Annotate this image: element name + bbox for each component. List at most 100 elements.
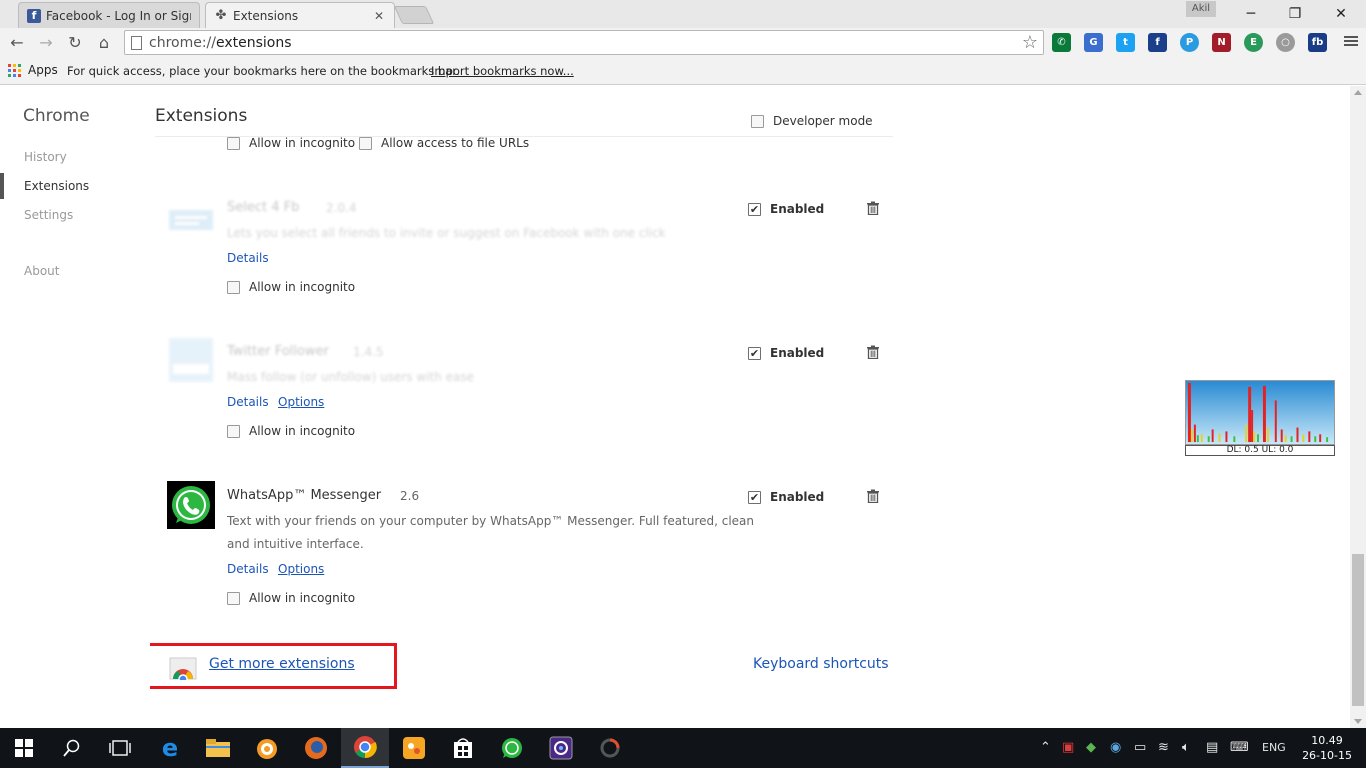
new-tab-button[interactable] [393, 6, 435, 24]
folder-icon [206, 739, 230, 757]
whatsapp-icon [167, 481, 215, 529]
sidebar-item-history[interactable]: History [24, 150, 67, 164]
twitter-icon[interactable]: t [1116, 33, 1135, 52]
keyboard-shortcuts-link[interactable]: Keyboard shortcuts [753, 656, 889, 672]
enabled-checkbox[interactable] [748, 490, 761, 504]
chrome-menu-icon[interactable] [1344, 34, 1358, 50]
camera-app-taskbar-item[interactable] [537, 728, 585, 768]
network-tray-icon[interactable]: ◉ [1110, 740, 1121, 755]
incognito-checkbox[interactable] [227, 424, 240, 438]
details-link[interactable]: Details [227, 251, 269, 265]
trash-icon[interactable] [866, 489, 880, 503]
incognito-checkbox[interactable] [227, 280, 240, 294]
clock[interactable]: 10.49 26-10-15 [1302, 733, 1352, 763]
minimize-button[interactable]: ─ [1228, 0, 1274, 28]
tab-extensions[interactable]: ✤ Extensions ✕ [205, 2, 395, 28]
wifi-icon[interactable]: ≋ [1158, 740, 1169, 755]
file-urls-toggle[interactable]: Allow access to file URLs [359, 136, 529, 150]
import-bookmarks-link[interactable]: Import bookmarks now... [431, 64, 574, 78]
tab-strip: f Facebook - Log In or Sign ✤ Extensions… [0, 0, 1366, 28]
select4fb-icon [169, 210, 213, 230]
tray-app-icon[interactable]: ◆ [1086, 740, 1096, 755]
firefox-taskbar-item[interactable] [292, 728, 340, 768]
url-text: chrome://extensions [149, 35, 292, 51]
incognito-toggle-top[interactable]: Allow in incognito [227, 136, 355, 150]
show-hidden-icons-icon[interactable]: ⌃ [1040, 740, 1051, 755]
enabled-label: Enabled [770, 490, 825, 504]
options-link[interactable]: Options [278, 395, 324, 409]
search-icon [63, 739, 80, 757]
details-link[interactable]: Details [227, 562, 269, 576]
options-link[interactable]: Options [278, 562, 324, 576]
store-taskbar-item[interactable] [439, 728, 487, 768]
fb-icon[interactable]: fb [1308, 33, 1327, 52]
edge-taskbar-item[interactable]: e [146, 728, 194, 768]
action-center-icon[interactable]: ▤ [1206, 740, 1218, 755]
language-indicator[interactable]: ENG [1262, 741, 1286, 754]
task-view-button[interactable] [96, 728, 144, 768]
incognito-checkbox[interactable] [227, 591, 240, 605]
scroll-down-icon[interactable] [1354, 719, 1362, 724]
whatsapp-taskbar-item[interactable] [488, 728, 536, 768]
google-translate-icon[interactable]: G [1084, 33, 1103, 52]
power-icon[interactable]: ▭ [1134, 740, 1146, 755]
trash-icon[interactable] [866, 345, 880, 359]
close-tab-icon[interactable]: ✕ [372, 9, 386, 23]
facebook-icon[interactable]: f [1148, 33, 1167, 52]
web-store-icon[interactable] [169, 652, 197, 680]
close-window-button[interactable]: ✕ [1318, 0, 1364, 28]
enabled-checkbox[interactable] [748, 346, 761, 360]
search-button[interactable] [48, 728, 96, 768]
page-scrollbar[interactable] [1350, 86, 1366, 728]
news-icon[interactable]: N [1212, 33, 1231, 52]
address-bar[interactable]: chrome://extensions ☆ [124, 30, 1044, 55]
scroll-up-icon[interactable] [1354, 90, 1362, 95]
tab-title: Facebook - Log In or Sign [46, 8, 191, 23]
back-button[interactable]: ← [6, 32, 28, 54]
sidebar-item-extensions[interactable]: Extensions [24, 179, 89, 193]
get-more-extensions-link[interactable]: Get more extensions [209, 656, 355, 672]
paint-taskbar-item[interactable] [390, 728, 438, 768]
file-urls-checkbox[interactable] [359, 136, 372, 150]
forward-button[interactable]: → [35, 32, 57, 54]
keyboard-icon[interactable]: ⌨ [1230, 740, 1249, 755]
start-button[interactable] [0, 728, 48, 768]
playstore-icon[interactable]: P [1180, 33, 1199, 52]
enabled-checkbox[interactable] [748, 202, 761, 216]
home-button[interactable]: ⌂ [93, 32, 115, 54]
loading-taskbar-item[interactable] [586, 728, 634, 768]
apps-icon[interactable] [8, 64, 21, 77]
developer-mode-label: Developer mode [773, 114, 873, 128]
acrobat-icon[interactable]: ▣ [1062, 740, 1074, 755]
sidebar-item-settings[interactable]: Settings [24, 208, 73, 222]
ghostery-icon[interactable]: E [1244, 33, 1263, 52]
chrome-icon[interactable]: ○ [1276, 33, 1295, 52]
ucbrowser-icon [257, 739, 277, 759]
ucbrowser-taskbar-item[interactable] [243, 728, 291, 768]
bookmark-star-icon[interactable]: ☆ [1022, 32, 1038, 53]
file-explorer-taskbar-item[interactable] [194, 728, 242, 768]
trash-icon[interactable] [866, 201, 880, 215]
incognito-checkbox[interactable] [227, 136, 240, 150]
profile-badge[interactable]: Akil [1186, 1, 1216, 17]
whatsapp-icon[interactable]: ✆ [1052, 33, 1071, 52]
scrollbar-thumb[interactable] [1352, 554, 1364, 706]
incognito-toggle[interactable]: Allow in incognito [227, 591, 355, 605]
enabled-toggle[interactable]: Enabled [748, 202, 824, 216]
details-link[interactable]: Details [227, 395, 269, 409]
page-icon [131, 36, 142, 50]
reload-button[interactable]: ↻ [64, 32, 86, 54]
enabled-toggle[interactable]: Enabled [748, 490, 824, 504]
incognito-toggle[interactable]: Allow in incognito [227, 280, 355, 294]
developer-mode-toggle[interactable]: Developer mode [751, 114, 873, 128]
apps-label[interactable]: Apps [28, 63, 58, 77]
sidebar-item-about[interactable]: About [24, 264, 59, 278]
volume-icon[interactable]: 🔈︎ [1182, 740, 1190, 755]
enabled-toggle[interactable]: Enabled [748, 346, 824, 360]
extension-name: WhatsApp™ Messenger [227, 488, 382, 503]
developer-mode-checkbox[interactable] [751, 114, 764, 128]
tab-facebook[interactable]: f Facebook - Log In or Sign [18, 2, 200, 28]
chrome-taskbar-item[interactable] [341, 728, 389, 768]
incognito-toggle[interactable]: Allow in incognito [227, 424, 355, 438]
maximize-button[interactable]: ❐ [1272, 0, 1318, 28]
